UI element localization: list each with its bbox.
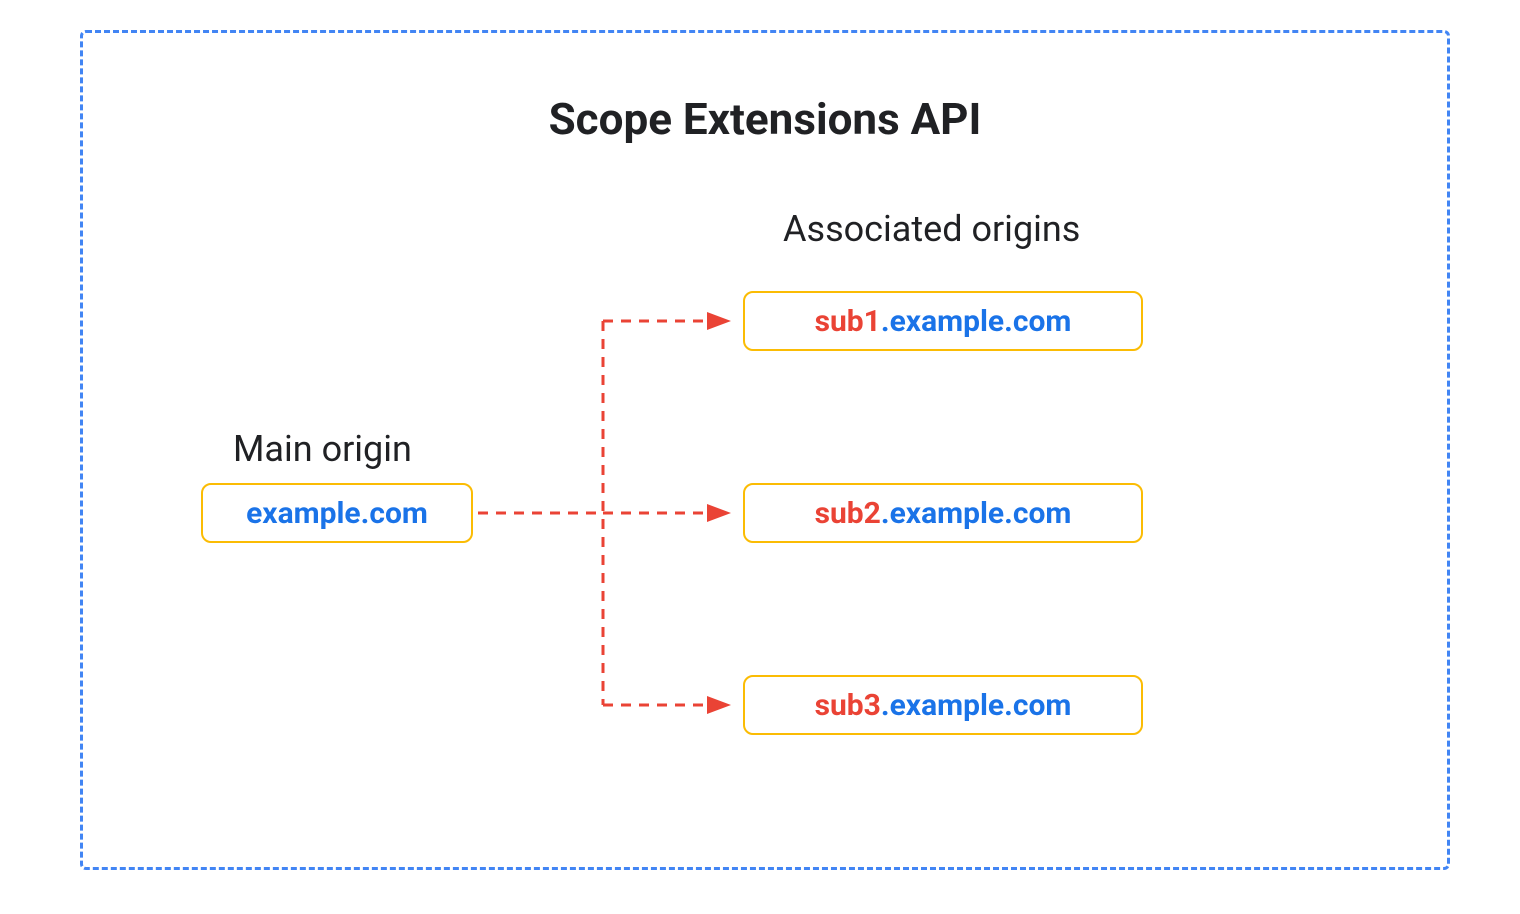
associated-origin-rest: .example.com — [881, 688, 1071, 723]
associated-origin-box-2: sub2.example.com — [743, 483, 1143, 543]
main-origin-label: Main origin — [233, 428, 412, 470]
associated-origin-sub: sub1 — [815, 304, 881, 339]
associated-origin-rest: .example.com — [881, 496, 1071, 531]
associated-origins-label: Associated origins — [783, 208, 1080, 250]
associated-origin-sub: sub3 — [815, 688, 881, 723]
associated-origin-rest: .example.com — [881, 304, 1071, 339]
diagram-container: Scope Extensions API Main origin example… — [80, 30, 1450, 870]
main-origin-text: example.com — [246, 496, 428, 531]
diagram-title: Scope Extensions API — [549, 93, 982, 145]
associated-origin-box-3: sub3.example.com — [743, 675, 1143, 735]
associated-origin-sub: sub2 — [815, 496, 881, 531]
main-origin-box: example.com — [201, 483, 473, 543]
associated-origin-box-1: sub1.example.com — [743, 291, 1143, 351]
